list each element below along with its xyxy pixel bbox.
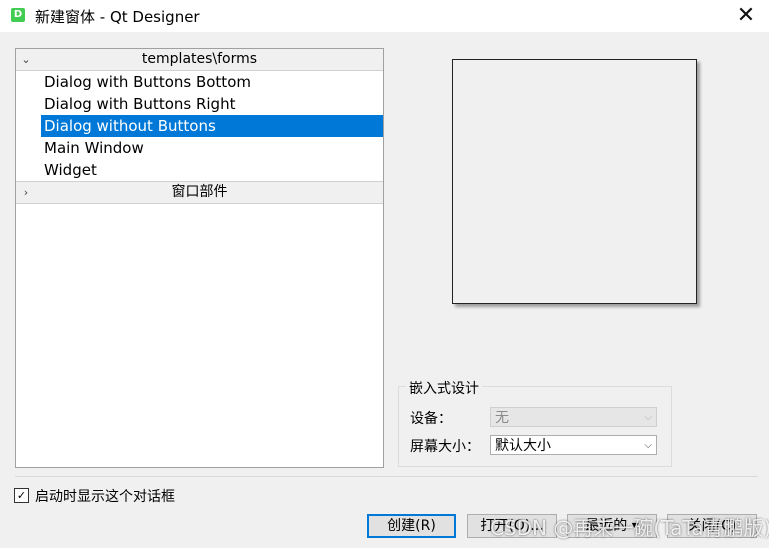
- category-templates-forms[interactable]: ⌄ templates\forms: [16, 49, 383, 71]
- group-title: 嵌入式设计: [406, 378, 482, 398]
- template-dialog-buttons-right[interactable]: Dialog with Buttons Right: [16, 93, 383, 115]
- close-window-button[interactable]: ✕: [723, 0, 769, 32]
- screen-size-label: 屏幕大小：: [410, 439, 480, 455]
- template-dialog-buttons-bottom[interactable]: Dialog with Buttons Bottom: [16, 71, 383, 93]
- category-widgets[interactable]: › 窗口部件: [16, 181, 383, 204]
- startup-checkbox[interactable]: ✓: [14, 488, 29, 503]
- create-button[interactable]: 创建(R): [367, 514, 456, 538]
- template-dialog-without-buttons[interactable]: Dialog without Buttons: [41, 115, 383, 137]
- screen-size-value: 默认大小: [495, 438, 551, 454]
- qt-designer-icon: D: [11, 8, 25, 22]
- category-label: templates\forms: [141, 51, 258, 67]
- form-preview: [452, 59, 697, 304]
- checkmark-icon: ✓: [16, 489, 27, 502]
- watermark: CSDN @再来一碗(TaTa青鹏版): [490, 516, 769, 540]
- template-tree[interactable]: ⌄ templates\forms Dialog with Buttons Bo…: [15, 48, 384, 468]
- template-widget[interactable]: Widget: [16, 159, 383, 181]
- device-select-value: 无: [495, 410, 509, 426]
- device-select[interactable]: 无 ⌵: [490, 407, 657, 427]
- chevron-right-icon[interactable]: ›: [19, 182, 33, 203]
- device-label: 设备：: [410, 411, 452, 427]
- window-title: 新建窗体 - Qt Designer: [35, 8, 200, 26]
- template-main-window[interactable]: Main Window: [16, 137, 383, 159]
- screen-size-select[interactable]: 默认大小 ⌵: [490, 435, 657, 455]
- chevron-down-icon: ⌵: [644, 440, 652, 451]
- title-bar: D 新建窗体 - Qt Designer ✕: [0, 0, 769, 32]
- category-label: 窗口部件: [171, 184, 228, 200]
- startup-checkbox-label[interactable]: 启动时显示这个对话框: [35, 486, 175, 506]
- chevron-down-icon[interactable]: ⌄: [19, 49, 33, 70]
- chevron-down-icon: ⌵: [644, 412, 652, 423]
- separator: [15, 476, 758, 477]
